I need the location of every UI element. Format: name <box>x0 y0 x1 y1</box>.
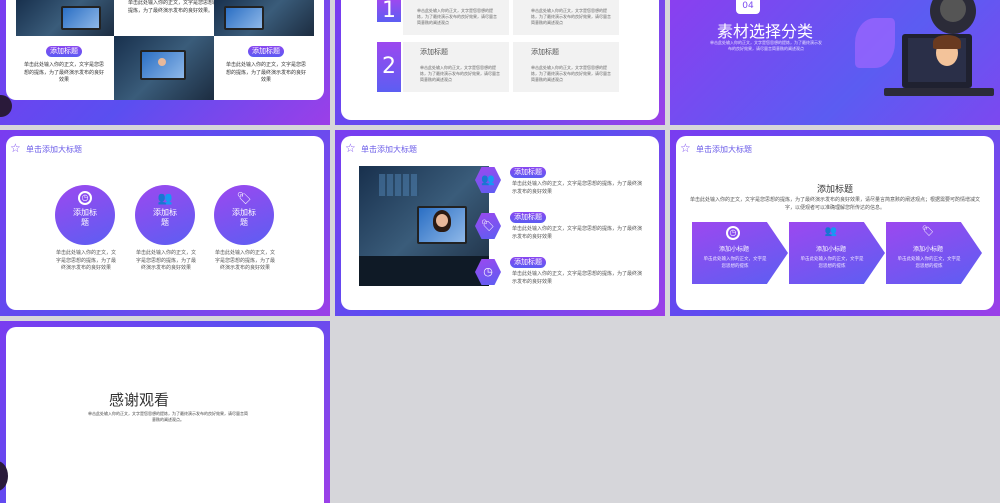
users-icon: 👥 <box>481 173 495 186</box>
arrow-text: 单击此处输入你的正文，文字是您思想的提炼 <box>703 257 767 269</box>
tag-icon: 🏷 <box>481 219 495 232</box>
number-box: 1 <box>377 0 401 22</box>
body-text: 单击此处输入你的正文，文字是您思想的提炼，为了最终演示发布的良好效果，请尽量言简… <box>531 65 611 82</box>
slide-thumbnail-5[interactable]: ☆ 单击添加大标题 👥 添加标题 单击此处输入你的正文，文字是您思想的提炼，为了… <box>335 130 665 316</box>
section-title: 素材选择分类 <box>716 22 813 41</box>
star-icon: ☆ <box>680 141 691 155</box>
wall-notes <box>379 174 419 196</box>
slide-grid: 单击此处输入你的正文，文字是您思想的提炼，为了最终演示发布的良好效果。 添加标题… <box>0 0 1000 503</box>
users-icon: 👥 <box>157 191 173 205</box>
body-text: 单击此处输入你的正文，文字是您思想的提炼，为了最终演示发布的良好效果，请尽量言简… <box>531 8 611 25</box>
slide-thumbnail-2[interactable]: 1 单击此处输入你的正文，文字是您思想的提炼，为了最终演示发布的良好效果，请尽量… <box>335 0 665 125</box>
body-text: 单击此处输入你的正文，文字是您思想的提炼，为了最终演示发布的良好效果，请尽量言简… <box>420 65 500 82</box>
slide-header: 单击添加大标题 <box>696 145 752 154</box>
title-badge: 添加标题 <box>46 46 82 57</box>
slide-header: 单击添加大标题 <box>361 145 417 154</box>
slide-thumbnail-3[interactable]: 04 素材选择分类 单击此处输入你的正文，文字是您思想的提炼，为了最终演示发布的… <box>670 0 1000 125</box>
arrow-title: 添加小标题 <box>912 246 943 253</box>
circle-title: 添加标题 <box>73 208 97 227</box>
circle-title: 添加标题 <box>153 208 177 227</box>
section-subtitle: 单击此处输入你的正文，文字是您思想的提炼，为了最终演示发布的良好效果，请尽量言简… <box>710 40 822 51</box>
star-icon: ☆ <box>10 141 21 155</box>
body-text: 单击此处输入你的正文，文字是您思想的提炼，为了最终演示发布的良好效果 <box>215 250 276 271</box>
slide-photo <box>114 36 214 100</box>
slide-thumbnail-6[interactable]: ☆ 单击添加大标题 添加标题 单击此处输入你的正文，文字是您思想的提炼，为了最终… <box>670 130 1000 316</box>
star-icon: ☆ <box>345 141 356 155</box>
body-text: 单击此处输入你的正文，文字是您思想的提炼，为了最终演示发布的良好效果，请尽量言简… <box>88 411 248 422</box>
body-text: 单击此处输入你的正文，文字是您思想的提炼，为了最终演示发布的良好效果 <box>512 226 643 240</box>
title-badge: 添加标题 <box>248 46 284 57</box>
body-text: 单击此处输入你的正文，文字是您思想的提炼，为了最终演示发布的良好效果 <box>225 62 306 83</box>
arrow-title: 添加小标题 <box>718 246 749 253</box>
decor-leaf <box>855 18 895 68</box>
section-number: 04 <box>736 0 760 14</box>
title-badge: 添加标题 <box>510 257 546 268</box>
slide-photo <box>214 0 314 36</box>
feature-circle: 👥 添加标题 <box>135 185 195 245</box>
body-text: 单击此处输入你的正文，文字是您思想的提炼，为了最终演示发布的良好效果。 <box>128 0 219 14</box>
avatar-hair <box>933 35 961 49</box>
slide-thumbnail-4[interactable]: ☆ 单击添加大标题 ◷ 添加标题 单击此处输入你的正文，文字是您思想的提炼，为了… <box>0 130 330 316</box>
body-text: 单击此处输入你的正文，文字是您思想的提炼，为了最终演示发布的良好效果 <box>136 250 197 271</box>
users-icon: 👥 <box>824 226 838 237</box>
slide-thumbnail-1[interactable]: 单击此处输入你的正文，文字是您思想的提炼，为了最终演示发布的良好效果。 添加标题… <box>0 0 330 125</box>
clock-icon: ◷ <box>726 226 740 240</box>
arrow-title: 添加小标题 <box>815 246 846 253</box>
slide-thumbnail-7[interactable]: 感谢观看 单击此处输入你的正文，文字是您思想的提炼，为了最终演示发布的良好效果，… <box>0 321 330 503</box>
title-badge: 添加标题 <box>510 212 546 223</box>
clock-icon: ◷ <box>483 265 493 278</box>
body-text: 单击此处输入你的正文，文字是您思想的提炼，为了最终演示发布的良好效果 <box>512 271 643 285</box>
content-title: 添加标题 <box>816 185 853 195</box>
body-text: 单击此处输入你的正文，文字是您思想的提炼，为了最终演示发布的良好效果 <box>56 250 117 271</box>
circle-title: 添加标题 <box>232 208 256 227</box>
box-title: 添加标题 <box>531 48 559 56</box>
clock-icon: ◷ <box>78 191 92 205</box>
feature-circle: 🏷 添加标题 <box>214 185 274 245</box>
title-badge: 添加标题 <box>510 167 546 178</box>
slide-photo <box>359 166 489 286</box>
body-text: 单击此处输入你的正文，文字是您思想的提炼，为了最终演示发布的良好效果 <box>23 62 104 83</box>
laptop-base <box>884 88 994 96</box>
body-text: 单击此处输入你的正文，文字是您思想的提炼，为了最终演示发布的良好效果，请尽量言简… <box>689 197 980 211</box>
body-text: 单击此处输入你的正文，文字是您思想的提炼，为了最终演示发布的良好效果，请尽量言简… <box>417 8 497 25</box>
thanks-title: 感谢观看 <box>108 391 169 409</box>
slide-header: 单击添加大标题 <box>26 145 82 154</box>
box-title: 添加标题 <box>420 48 448 56</box>
arrow-text: 单击此处输入你的正文，文字是您思想的提炼 <box>800 257 864 269</box>
feature-circle: ◷ 添加标题 <box>55 185 115 245</box>
desk <box>359 256 489 286</box>
slide-photo <box>16 0 114 36</box>
body-text: 单击此处输入你的正文，文字是您思想的提炼，为了最终演示发布的良好效果 <box>512 181 643 195</box>
number-box: 2 <box>377 42 401 92</box>
tag-icon: 🏷 <box>921 226 935 237</box>
arrow-text: 单击此处输入你的正文，文字是您思想的提炼 <box>897 257 961 269</box>
tag-icon: 🏷 <box>236 191 252 205</box>
